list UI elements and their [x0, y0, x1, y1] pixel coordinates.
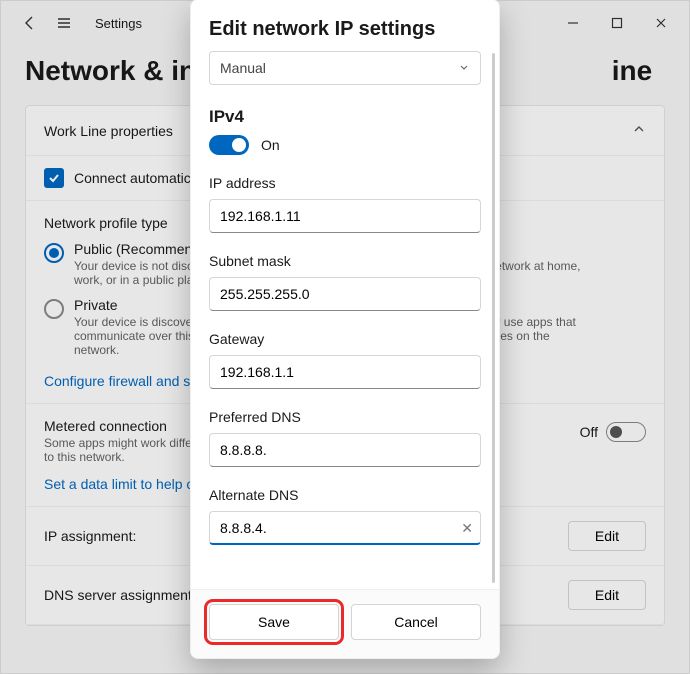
edit-dns-button[interactable]: Edit [568, 580, 646, 610]
ipv4-toggle[interactable] [209, 135, 249, 155]
mode-select[interactable]: Manual [209, 51, 481, 85]
back-icon[interactable] [15, 8, 45, 38]
maximize-icon[interactable] [595, 8, 639, 38]
gateway-input[interactable] [209, 355, 481, 389]
ipv4-heading: IPv4 [209, 107, 481, 127]
save-button[interactable]: Save [209, 604, 339, 640]
clear-icon[interactable]: ✕ [461, 520, 473, 537]
minimize-icon[interactable] [551, 8, 595, 38]
ip-input[interactable] [209, 199, 481, 233]
menu-icon[interactable] [49, 8, 79, 38]
subnet-label: Subnet mask [209, 253, 481, 269]
gateway-label: Gateway [209, 331, 481, 347]
chevron-down-icon [458, 60, 470, 76]
modal-title: Edit network IP settings [191, 0, 499, 47]
radio-off-icon[interactable] [44, 299, 64, 319]
pref-dns-label: Preferred DNS [209, 409, 481, 425]
app-title: Settings [95, 16, 142, 31]
ip-assignment-label: IP assignment: [44, 528, 136, 544]
alt-dns-input[interactable] [209, 511, 481, 545]
page-title-suffix: ine [612, 55, 652, 86]
toggle-off-label: Off [580, 424, 598, 440]
ip-label: IP address [209, 175, 481, 191]
modal-footer: Save Cancel [191, 589, 499, 658]
subnet-input[interactable] [209, 277, 481, 311]
chevron-up-icon [632, 122, 646, 139]
metered-toggle[interactable] [606, 422, 646, 442]
close-icon[interactable] [639, 8, 683, 38]
edit-ip-modal: Edit network IP settings Manual IPv4 On … [190, 0, 500, 659]
modal-body: Manual IPv4 On IP address Subnet mask Ga… [191, 47, 499, 589]
pref-dns-input[interactable] [209, 433, 481, 467]
settings-window: Settings Network & internet ine Work Lin… [0, 0, 690, 674]
card-header-label: Work Line properties [44, 123, 173, 139]
mode-value: Manual [220, 60, 266, 76]
check-icon[interactable] [44, 168, 64, 188]
alt-dns-label: Alternate DNS [209, 487, 481, 503]
radio-on-icon[interactable] [44, 243, 64, 263]
edit-ip-button[interactable]: Edit [568, 521, 646, 551]
cancel-button[interactable]: Cancel [351, 604, 481, 640]
ipv4-on-label: On [261, 137, 280, 153]
dns-assignment-label: DNS server assignment: [44, 587, 196, 603]
scrollbar[interactable] [492, 53, 495, 583]
